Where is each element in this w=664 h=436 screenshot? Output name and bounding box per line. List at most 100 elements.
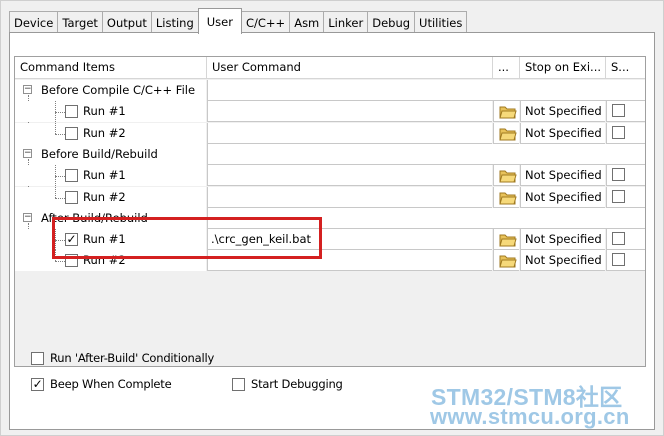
run-enable-checkbox[interactable]: ✓ xyxy=(65,233,78,247)
group-label: Before Build/Rebuild xyxy=(41,146,158,161)
checkbox-box[interactable] xyxy=(232,377,245,391)
tab-device[interactable]: Device xyxy=(9,11,59,33)
stop-on-exit-select[interactable]: Not Specified xyxy=(520,165,605,187)
tab-utilities[interactable]: Utilities xyxy=(414,11,468,33)
browse-button[interactable] xyxy=(493,186,519,208)
column-header-command-items[interactable]: Command Items xyxy=(15,57,207,79)
tree-line xyxy=(55,122,56,134)
run-label: Run #2 xyxy=(83,253,126,268)
run-label: Run #2 xyxy=(83,125,126,140)
silent-cell xyxy=(606,101,645,123)
silent-checkbox[interactable] xyxy=(612,125,625,139)
silent-checkbox[interactable] xyxy=(612,104,625,118)
silent-cell xyxy=(606,186,645,208)
user-tab-panel: Command Items User Command ... Stop on E… xyxy=(9,32,655,430)
command-row: Run #2 Not Specified xyxy=(15,250,645,272)
command-row: Run #1 Not Specified xyxy=(15,101,645,123)
command-row: ✓ Run #1 .\crc_gen_keil.bat Not Specified xyxy=(15,229,645,251)
group-label: Before Compile C/C++ File xyxy=(41,83,196,97)
collapse-icon[interactable]: − xyxy=(23,85,32,94)
group-row: − Before Build/Rebuild xyxy=(15,143,645,165)
silent-cell xyxy=(606,165,645,187)
user-commands-grid: Command Items User Command ... Stop on E… xyxy=(14,56,646,367)
column-header-s[interactable]: S... xyxy=(606,57,645,79)
group-name-cell: − Before Compile C/C++ File xyxy=(15,80,206,101)
run-enable-checkbox[interactable] xyxy=(65,254,78,268)
grid-header: Command Items User Command ... Stop on E… xyxy=(15,57,645,79)
start-debugging-label: Start Debugging xyxy=(251,377,343,391)
run-enable-checkbox[interactable] xyxy=(65,105,78,119)
run-name-cell: Run #2 xyxy=(15,122,206,144)
tab-listing[interactable]: Listing xyxy=(150,11,199,33)
run-name-cell: Run #2 xyxy=(15,186,206,208)
command-row: Run #2 Not Specified xyxy=(15,186,645,208)
options-dialog: Device Target Output Listing User C/C++ … xyxy=(0,0,664,436)
silent-cell xyxy=(606,250,645,272)
silent-checkbox[interactable] xyxy=(612,253,625,267)
group-row: − After Build/Rebuild xyxy=(15,207,645,229)
user-command-field[interactable] xyxy=(207,186,492,208)
tab-debug[interactable]: Debug xyxy=(367,11,416,33)
run-name-cell: Run #1 xyxy=(15,101,206,123)
stop-on-exit-select[interactable]: Not Specified xyxy=(520,250,605,272)
tab-asm[interactable]: Asm xyxy=(289,11,325,33)
stop-on-exit-select[interactable]: Not Specified xyxy=(520,229,605,251)
group-name-cell: − Before Build/Rebuild xyxy=(15,143,206,165)
run-label: Run #1 xyxy=(83,168,126,183)
column-header-stop-on-exit[interactable]: Stop on Exi... xyxy=(520,57,606,79)
silent-checkbox[interactable] xyxy=(612,232,625,246)
run-name-cell: Run #1 xyxy=(15,165,206,187)
tab-user[interactable]: User xyxy=(197,8,242,34)
collapse-icon[interactable]: − xyxy=(23,212,32,222)
group-label: After Build/Rebuild xyxy=(41,210,148,225)
watermark-url: www.stmcu.org.cn xyxy=(430,404,630,429)
stop-on-exit-select[interactable]: Not Specified xyxy=(520,186,605,208)
collapse-icon[interactable]: − xyxy=(23,148,32,158)
group-blank-cell xyxy=(207,80,645,101)
beep-when-complete-checkbox[interactable]: ✓ Beep When Complete xyxy=(31,377,172,391)
tab-output[interactable]: Output xyxy=(101,11,152,33)
run-label: Run #1 xyxy=(83,104,126,119)
silent-cell xyxy=(606,229,645,251)
tab-c-cpp[interactable]: C/C++ xyxy=(240,11,291,33)
run-label: Run #1 xyxy=(83,232,126,247)
user-command-field[interactable] xyxy=(207,122,492,144)
tab-strip: Device Target Output Listing User C/C++ … xyxy=(9,8,468,34)
run-name-cell: Run #2 xyxy=(15,250,206,272)
command-row: Run #1 Not Specified xyxy=(15,165,645,187)
checkbox-box[interactable] xyxy=(31,351,44,365)
silent-checkbox[interactable] xyxy=(612,168,625,182)
browse-button[interactable] xyxy=(493,250,519,272)
user-command-field[interactable] xyxy=(207,165,492,187)
user-command-field[interactable] xyxy=(207,101,492,123)
run-enable-checkbox[interactable] xyxy=(65,190,78,204)
silent-cell xyxy=(606,122,645,144)
silent-checkbox[interactable] xyxy=(612,189,625,203)
column-header-browse[interactable]: ... xyxy=(493,57,520,79)
browse-button[interactable] xyxy=(493,229,519,251)
column-header-user-command[interactable]: User Command xyxy=(207,57,493,79)
checkbox-box[interactable]: ✓ xyxy=(31,377,44,391)
run-after-build-conditionally-checkbox[interactable]: Run 'After-Build' Conditionally xyxy=(31,351,214,365)
user-command-field[interactable] xyxy=(207,250,492,272)
command-row: Run #2 Not Specified xyxy=(15,122,645,144)
stop-on-exit-select[interactable]: Not Specified xyxy=(520,101,605,123)
tab-target[interactable]: Target xyxy=(57,11,103,33)
tab-linker[interactable]: Linker xyxy=(323,11,369,33)
tree-line xyxy=(55,250,56,262)
run-name-cell: ✓ Run #1 xyxy=(15,229,206,251)
group-row: − Before Compile C/C++ File xyxy=(15,80,645,101)
beep-when-complete-label: Beep When Complete xyxy=(50,377,172,391)
group-blank-cell xyxy=(207,143,645,165)
run-enable-checkbox[interactable] xyxy=(65,126,78,140)
browse-button[interactable] xyxy=(493,165,519,187)
stop-on-exit-select[interactable]: Not Specified xyxy=(520,122,605,144)
browse-button[interactable] xyxy=(493,122,519,144)
run-after-build-label: Run 'After-Build' Conditionally xyxy=(50,351,215,365)
user-command-field[interactable]: .\crc_gen_keil.bat xyxy=(207,229,492,251)
browse-button[interactable] xyxy=(493,101,519,123)
run-enable-checkbox[interactable] xyxy=(65,169,78,183)
start-debugging-checkbox[interactable]: Start Debugging xyxy=(232,377,343,391)
tree-line xyxy=(55,186,56,198)
group-name-cell: − After Build/Rebuild xyxy=(15,207,206,229)
